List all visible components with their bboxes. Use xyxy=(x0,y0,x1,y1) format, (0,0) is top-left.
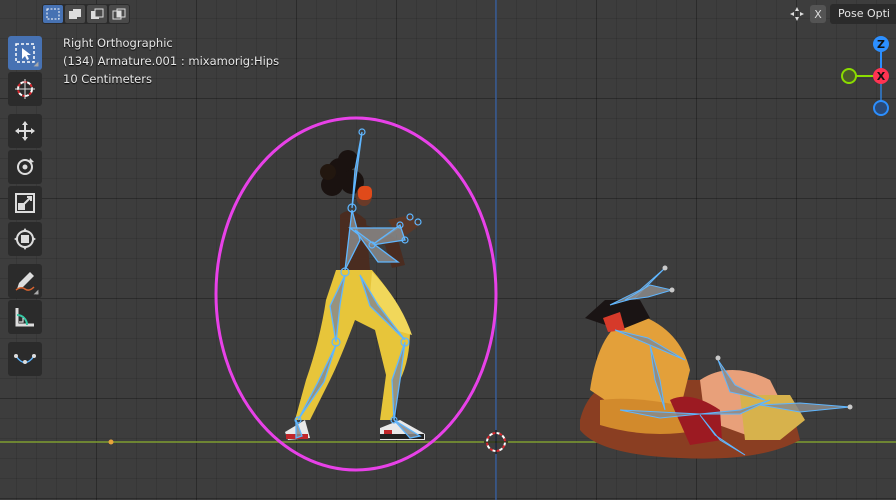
viewport-header: X Pose Opti xyxy=(0,0,896,28)
lying-character xyxy=(580,265,853,459)
rotate-icon xyxy=(17,158,34,175)
3d-viewport[interactable]: X Pose Opti Right Orthographic (134) Arm… xyxy=(0,0,896,500)
standing-character xyxy=(285,128,425,440)
gizmo-toggle-button[interactable] xyxy=(788,5,806,23)
x-mirror-button[interactable]: X xyxy=(810,5,827,23)
tool-shelf xyxy=(8,36,44,378)
select-extend-button[interactable] xyxy=(65,5,85,23)
cursor-icon xyxy=(15,79,35,99)
select-extend-icon xyxy=(69,9,81,19)
select-box-tool[interactable] xyxy=(8,36,42,70)
scale-info-label: 10 Centimeters xyxy=(63,72,152,86)
navigation-gizmo[interactable]: Z X xyxy=(836,34,896,124)
rotate-tool[interactable] xyxy=(8,150,42,184)
select-new-icon xyxy=(46,8,60,20)
measure-tool[interactable] xyxy=(8,300,42,334)
select-intersect-icon xyxy=(112,8,126,20)
3d-cursor-icon xyxy=(484,430,508,454)
transform-tool[interactable] xyxy=(8,222,42,256)
select-intersect-button[interactable] xyxy=(109,5,129,23)
measure-icon xyxy=(15,308,34,327)
select-box-icon xyxy=(15,43,35,63)
pose-curve-icon xyxy=(14,354,36,364)
transform-icon xyxy=(14,228,36,250)
pose-options-button[interactable]: Pose Opti xyxy=(830,4,896,24)
selection-mode-group xyxy=(42,4,130,24)
move-tool[interactable] xyxy=(8,114,42,148)
origin-dot xyxy=(108,439,114,445)
object-info-label: (134) Armature.001 : mixamorig:Hips xyxy=(63,54,280,68)
pose-relax-tool[interactable] xyxy=(8,342,42,376)
z-axis-label: Z xyxy=(877,38,885,51)
annotate-icon xyxy=(15,272,35,291)
scale-icon xyxy=(15,193,35,213)
cursor-tool[interactable] xyxy=(8,72,42,106)
header-right-group: X Pose Opti xyxy=(788,4,896,24)
transform-pivot-icon xyxy=(790,7,805,21)
move-icon xyxy=(15,121,35,141)
x-axis-label: X xyxy=(877,70,886,83)
select-new-button[interactable] xyxy=(43,5,63,23)
annotate-tool[interactable] xyxy=(8,264,42,298)
viewport-info-overlay: Right Orthographic (134) Armature.001 : … xyxy=(63,34,279,88)
z-axis-negative-handle xyxy=(873,100,889,116)
y-axis-negative-handle xyxy=(841,68,857,84)
select-subtract-icon xyxy=(91,8,104,19)
scale-tool[interactable] xyxy=(8,186,42,220)
select-subtract-button[interactable] xyxy=(87,5,107,23)
view-name-label: Right Orthographic xyxy=(63,36,173,50)
